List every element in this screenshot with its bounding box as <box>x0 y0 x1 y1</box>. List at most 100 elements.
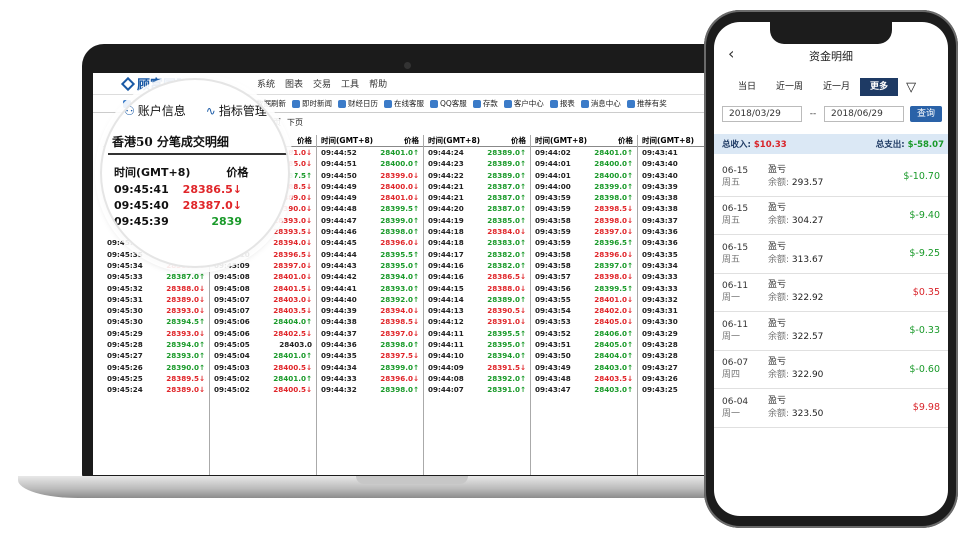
tick-price: 28393.0↓ <box>166 328 205 338</box>
toolbar-item-4[interactable]: 即时新闻 <box>292 98 332 109</box>
tick-row: 09:44:21 28387.0↑ <box>424 181 530 192</box>
tick-row: 09:44:21 28387.0↑ <box>424 192 530 203</box>
tick-row: 09:44:11 28395.5↑ <box>424 328 530 339</box>
tick-price: 28390.0↑ <box>166 362 205 372</box>
record-row[interactable]: 06-15 周五 盈亏 余额: 304.27 $-9.40 <box>714 197 948 235</box>
toolbar-item-11[interactable]: 消息中心 <box>580 98 621 109</box>
tick-time: 09:45:24 <box>107 385 143 395</box>
next-page-button[interactable]: 下页 <box>287 117 303 128</box>
tick-row: 09:44:51 28400.0↑ <box>317 158 423 169</box>
menu-item-1[interactable]: 图表 <box>285 77 303 90</box>
tab-0[interactable]: 当日 <box>728 78 766 96</box>
indicator-manage-tab[interactable]: ∿ 指标管理 <box>206 102 267 119</box>
tick-row: 09:43:48 28403.5↓ <box>531 373 637 384</box>
toolbar-item-10[interactable]: 报表 <box>549 98 575 109</box>
tick-row: 09:44:45 28396.0↓ <box>317 237 423 248</box>
toolbar-item-8[interactable]: 存款 <box>472 98 498 109</box>
toolbar-item-label: QQ客服 <box>440 99 467 108</box>
header-price: 价格 <box>297 136 312 145</box>
tick-row: 09:44:16 28382.0↑ <box>424 260 530 271</box>
toolbar-item-12[interactable]: 推荐有奖 <box>626 98 667 109</box>
tick-row: 09:44:36 28398.0↑ <box>317 339 423 350</box>
balance-label: 余额: <box>768 408 792 419</box>
toolbar-icon <box>338 99 346 108</box>
record-row[interactable]: 06-11 周一 盈亏 余额: 322.57 $-0.33 <box>714 312 948 351</box>
tick-time: 09:43:57 <box>535 272 571 282</box>
tick-row: 09:44:40 28392.0↑ <box>317 294 423 305</box>
toolbar-item-9[interactable]: 客户中心 <box>503 98 544 109</box>
tick-row: 09:45:25 28389.5↓ <box>103 373 209 384</box>
tick-price: 28384.0↓ <box>487 227 526 237</box>
tab-1[interactable]: 近一周 <box>766 78 813 96</box>
tick-time: 09:45:05 <box>214 340 250 350</box>
tab-2[interactable]: 近一月 <box>813 78 860 96</box>
tick-time: 09:43:37 <box>642 215 678 225</box>
tick-row: 09:45:03 28400.5↓ <box>210 362 316 373</box>
filter-icon[interactable]: ▽ <box>906 80 916 95</box>
toolbar-item-7[interactable]: QQ客服 <box>430 98 467 109</box>
menu-item-0[interactable]: 系统 <box>257 77 275 90</box>
tick-price: 28389.0↓ <box>166 385 205 395</box>
toolbar-item-6[interactable]: 在线客服 <box>384 98 424 109</box>
tick-price: 28403.0↑ <box>594 362 633 372</box>
tick-time: 09:44:13 <box>428 306 464 316</box>
tick-row: 09:43:59 28396.5↑ <box>531 237 637 248</box>
tick-time: 09:44:18 <box>428 227 464 237</box>
tick-time: 09:44:21 <box>428 181 464 191</box>
balance-label: 余额: <box>768 293 792 304</box>
tick-price: 28394.0↑ <box>380 272 419 282</box>
tick-row: 09:44:49 28401.0↓ <box>317 192 423 203</box>
record-detail: 盈亏 余额: 323.50 <box>768 395 823 421</box>
record-detail: 盈亏 余额: 322.92 <box>768 279 823 305</box>
tick-price: 28393.0↑ <box>166 351 205 361</box>
tick-time: 09:45:30 <box>107 317 143 327</box>
laptop-notch <box>356 476 468 484</box>
tab-3[interactable]: 更多 <box>860 78 899 96</box>
tick-time: 09:45:39 <box>114 215 169 228</box>
query-button[interactable]: 查询 <box>910 106 943 122</box>
account-info-tab[interactable]: ⚇ 账户信息 <box>124 102 186 119</box>
tick-time: 09:44:32 <box>321 385 357 395</box>
balance-label: 余额: <box>768 254 792 265</box>
tick-row: 09:45:07 28403.5↓ <box>210 305 316 316</box>
tick-time: 09:43:47 <box>535 385 571 395</box>
tick-time: 09:44:14 <box>428 294 464 304</box>
tick-time: 09:45:35 <box>107 249 143 259</box>
tick-price: 28391.5↓ <box>487 362 526 372</box>
tick-time: 09:45:08 <box>214 272 250 282</box>
record-row[interactable]: 06-07 周四 盈亏 余额: 322.90 $-0.60 <box>714 351 948 389</box>
record-balance: 余额: 322.57 <box>768 331 823 344</box>
tick-time: 09:44:12 <box>428 317 464 327</box>
tick-time: 09:44:16 <box>428 272 464 282</box>
record-row[interactable]: 06-11 周一 盈亏 余额: 322.92 $0.35 <box>714 274 948 312</box>
tick-price: 28404.0↑ <box>273 317 312 327</box>
menu-item-3[interactable]: 工具 <box>341 77 359 90</box>
tick-time: 09:43:59 <box>535 227 571 237</box>
date-separator: -- <box>809 109 817 119</box>
tick-time: 09:44:37 <box>321 328 357 338</box>
tick-price: 28398.0↑ <box>380 340 419 350</box>
tick-row: 09:44:47 28399.0↑ <box>317 215 423 226</box>
tick-time: 09:44:17 <box>428 249 464 259</box>
record-list: 06-15 周五 盈亏 余额: 293.57 $-10.70 06-15 周五 盈亏 余额: 3… <box>714 158 948 428</box>
toolbar-item-5[interactable]: 财经日历 <box>338 98 378 109</box>
record-row[interactable]: 06-04 周一 盈亏 余额: 323.50 $9.98 <box>714 389 948 428</box>
tick-price: 28389.0↑ <box>487 294 526 304</box>
menu-item-2[interactable]: 交易 <box>313 77 331 90</box>
tick-price: 28399.5↑ <box>380 204 419 214</box>
tick-price: 28391.0↓ <box>487 317 526 327</box>
record-type: 盈亏 <box>768 318 787 329</box>
tick-price: 28392.0↑ <box>380 294 419 304</box>
record-row[interactable]: 06-15 周五 盈亏 余额: 313.67 $-9.25 <box>714 235 948 274</box>
record-date: 06-15 周五 <box>722 203 768 227</box>
record-row[interactable]: 06-15 周五 盈亏 余额: 293.57 $-10.70 <box>714 158 948 197</box>
date-from-input[interactable]: 2018/03/29 <box>722 106 802 122</box>
tick-row: 09:44:42 28394.0↑ <box>317 271 423 282</box>
tick-time: 09:45:07 <box>214 306 250 316</box>
menu-item-4[interactable]: 帮助 <box>369 77 387 90</box>
toolbar-item-label: 即时新闻 <box>302 99 332 108</box>
record-detail: 盈亏 余额: 304.27 <box>768 202 823 228</box>
tick-time: 09:44:02 <box>535 148 571 157</box>
date-to-input[interactable]: 2018/06/29 <box>824 106 904 122</box>
tick-row: 09:43:49 28403.0↑ <box>531 362 637 373</box>
